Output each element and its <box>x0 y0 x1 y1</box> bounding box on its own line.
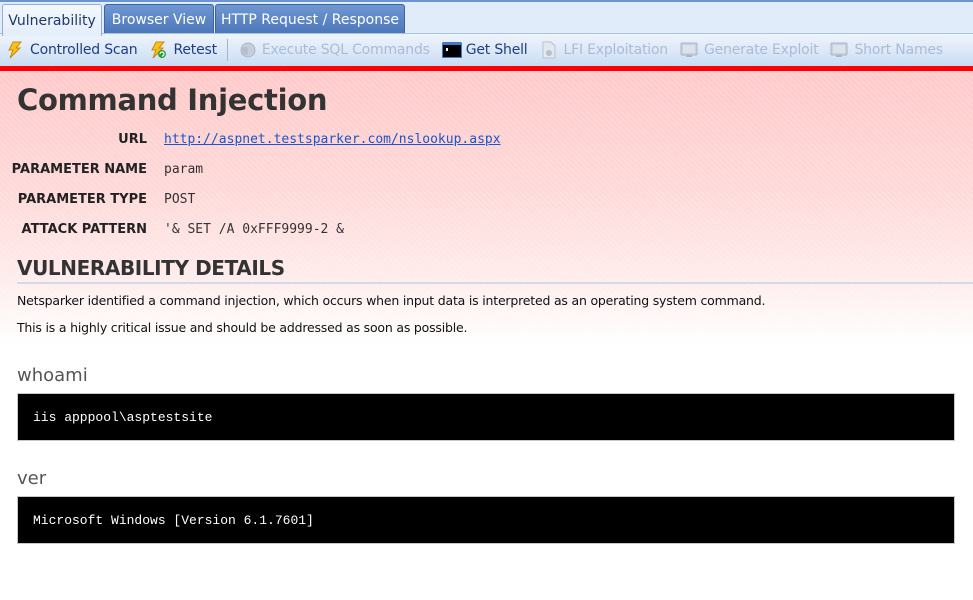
toolbar-separator <box>226 39 228 61</box>
property-label: ATTACK PATTERN <box>21 221 147 237</box>
tab-browser-view[interactable]: Browser View <box>104 4 214 35</box>
property-value: '& SET /A 0xFFF9999-2 & <box>164 221 345 237</box>
property-row-url: URL http://aspnet.testsparker.com/nslook… <box>0 129 501 149</box>
short-names-button[interactable]: Short Names <box>830 37 943 63</box>
tab-vulnerability[interactable]: Vulnerability <box>2 4 102 36</box>
vulnerability-title: Command Injection <box>17 83 328 117</box>
short-names-label: Short Names <box>854 42 943 58</box>
details-paragraph: Netsparker identified a command injectio… <box>17 293 766 308</box>
tab-http-request-response[interactable]: HTTP Request / Response <box>215 4 405 35</box>
property-value: param <box>164 161 204 177</box>
command-title: ver <box>17 468 47 489</box>
generate-exploit-label: Generate Exploit <box>703 42 819 58</box>
vulnerability-details-heading: VULNERABILITY DETAILS <box>17 256 973 284</box>
command-output: iis apppool\asptestsite <box>17 393 955 441</box>
property-row-attack-pattern: ATTACK PATTERN '& SET /A 0xFFF9999-2 & <box>0 219 344 239</box>
controlled-scan-button[interactable]: Controlled Scan <box>6 37 138 63</box>
generate-exploit-button[interactable]: Generate Exploit <box>680 37 819 63</box>
lfi-exploitation-button[interactable]: LFI Exploitation <box>540 37 668 63</box>
file-code-icon <box>540 41 558 59</box>
retest-button[interactable]: Retest <box>149 37 217 63</box>
lightning-icon <box>6 41 24 59</box>
vulnerability-content: Command Injection URL http://aspnet.test… <box>0 71 973 600</box>
get-shell-button[interactable]: Get Shell <box>441 37 528 63</box>
command-output: Microsoft Windows [Version 6.1.7601] <box>17 496 955 544</box>
monitor-icon <box>680 41 698 59</box>
terminal-icon <box>441 41 462 59</box>
retest-label: Retest <box>173 42 217 58</box>
property-label: PARAMETER NAME <box>11 161 147 177</box>
tab-strip: Vulnerability Browser View HTTP Request … <box>0 0 973 36</box>
toolbar: Controlled Scan Retest Execute SQL Comma… <box>0 33 973 66</box>
property-value: POST <box>164 191 196 207</box>
monitor-icon <box>830 41 848 59</box>
controlled-scan-label: Controlled Scan <box>30 42 138 58</box>
lfi-exploitation-label: LFI Exploitation <box>563 42 669 58</box>
property-row-parameter-name: PARAMETER NAME param <box>0 159 203 179</box>
execute-sql-commands-button[interactable]: Execute SQL Commands <box>238 37 430 63</box>
database-icon <box>238 41 256 59</box>
url-link[interactable]: http://aspnet.testsparker.com/nslookup.a… <box>164 132 501 147</box>
property-label: PARAMETER TYPE <box>17 191 147 207</box>
property-row-parameter-type: PARAMETER TYPE POST <box>0 189 196 209</box>
property-label: URL <box>118 131 147 147</box>
command-title: whoami <box>17 365 88 386</box>
details-paragraph: This is a highly critical issue and shou… <box>17 320 468 335</box>
execute-sql-commands-label: Execute SQL Commands <box>261 42 430 58</box>
lightning-refresh-icon <box>149 41 167 59</box>
get-shell-label: Get Shell <box>465 42 528 58</box>
